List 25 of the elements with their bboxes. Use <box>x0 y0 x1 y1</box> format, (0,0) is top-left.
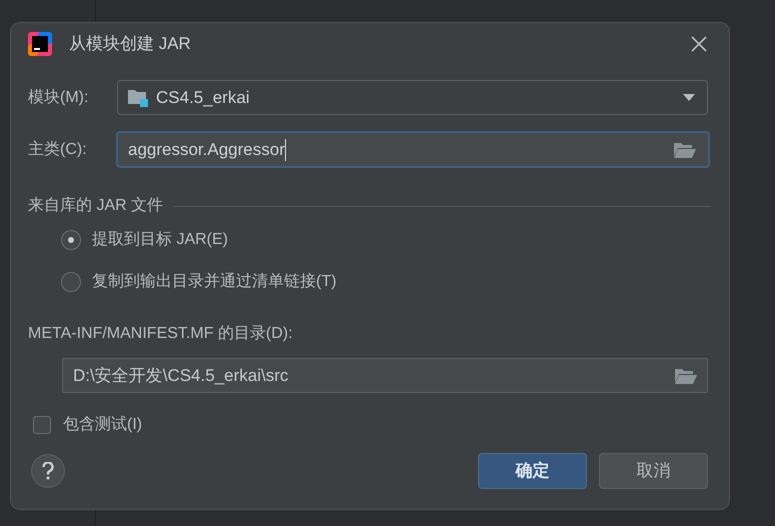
caret-icon <box>683 94 695 101</box>
radio-label: 复制到输出目录并通过清单链接(T) <box>92 272 336 292</box>
module-dropdown[interactable]: CS4.5_erkai <box>117 80 708 115</box>
checkbox-label: 包含测试(I) <box>63 414 142 435</box>
cancel-button[interactable]: 取消 <box>599 453 708 489</box>
app-logo-icon <box>28 32 52 56</box>
question-icon <box>42 462 54 480</box>
main-class-field[interactable]: aggressor.Aggressor <box>116 131 710 168</box>
folder-icon[interactable] <box>674 142 696 158</box>
radio-label: 提取到目标 JAR(E) <box>92 230 228 250</box>
field-label: 模块(M): <box>28 88 90 108</box>
help-button[interactable] <box>31 454 65 488</box>
checkbox[interactable] <box>33 416 51 434</box>
radio-button[interactable] <box>61 230 81 250</box>
radio-button[interactable] <box>61 272 81 292</box>
directory-field[interactable]: D:\安全开发\CS4.5_erkai\src <box>62 358 708 393</box>
ok-button[interactable]: 确定 <box>478 453 587 489</box>
field-label: 主类(C): <box>28 140 88 160</box>
section-title: 来自库的 JAR 文件 <box>28 196 164 216</box>
folder-icon[interactable] <box>675 368 697 384</box>
folder-icon <box>128 88 148 106</box>
dropdown-value: CS4.5_erkai <box>156 86 250 109</box>
field-label: META-INF/MANIFEST.MF 的目录(D): <box>28 325 293 342</box>
window-title: 从模块创建 JAR <box>69 33 191 56</box>
close-icon[interactable] <box>691 36 707 52</box>
